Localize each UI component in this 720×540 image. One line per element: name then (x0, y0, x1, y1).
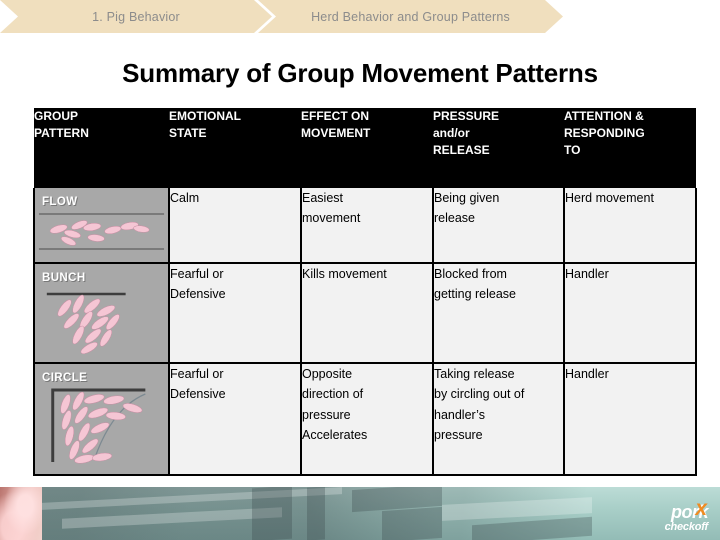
photo-streak (42, 487, 342, 510)
table-row: FLOW Calm Easiest movement Being given r… (33, 188, 697, 264)
cell-line: Defensive (170, 287, 226, 302)
header-line: PATTERN (34, 126, 89, 141)
cell-line: release (434, 211, 475, 226)
pattern-cell-bunch: BUNCH (33, 263, 170, 364)
cell-line: movement (302, 211, 361, 226)
column-header-group-pattern: GROUP PATTERN (34, 108, 169, 188)
table-row: BUNCH Fearful or Defensive Kills movemen… (33, 263, 697, 364)
cell-line: Accelerates (302, 427, 368, 442)
cell-line: Defensive (170, 387, 226, 402)
table-header: GROUP PATTERN EMOTIONAL STATE EFFECT ON … (34, 108, 696, 188)
header-line: and/or (433, 126, 470, 141)
cell-line: by circling out of (434, 387, 525, 402)
cell-line: handler’s (434, 407, 485, 422)
pattern-label: CIRCLE (42, 372, 88, 384)
cell-pressure-release: Blocked from getting release (433, 263, 565, 364)
pattern-cell-flow: FLOW (33, 188, 170, 264)
table-row: CIRCLE Fearful or Defensive Opposite dir… (33, 363, 697, 476)
cell-effect-on-movement: Kills movement (301, 263, 434, 364)
cell-attention: Handler (564, 263, 697, 364)
cell-line: pressure (302, 407, 351, 422)
cell-attention: Herd movement (564, 188, 697, 264)
cell-line: Handler (565, 267, 609, 281)
cell-pressure-release: Being given release (433, 188, 565, 264)
header-line: TO (564, 143, 581, 158)
footer-band: x pork checkoff (0, 487, 720, 540)
header-line: GROUP (34, 109, 79, 123)
cell-line: Fearful or (170, 367, 224, 381)
cell-emotional-state: Fearful or Defensive (169, 263, 302, 364)
pattern-label: BUNCH (42, 272, 86, 284)
table-body: FLOW Calm Easiest movement Being given r… (33, 188, 697, 476)
breadcrumb-item-pig-behavior[interactable]: 1. Pig Behavior (0, 0, 272, 33)
checkoff-x-icon: x (695, 497, 707, 520)
header-line: RESPONDING (564, 126, 645, 141)
cell-line: Blocked from (434, 267, 507, 281)
cell-line: Calm (170, 191, 200, 205)
cell-pressure-release: Taking release by circling out of handle… (433, 363, 565, 476)
breadcrumb: 1. Pig Behavior Herd Behavior and Group … (0, 0, 720, 33)
cell-attention: Handler (564, 363, 697, 476)
header-line: ATTENTION & (564, 109, 644, 123)
cell-effect-on-movement: Easiest movement (301, 188, 434, 264)
pattern-label: FLOW (42, 196, 78, 208)
photo-shadow (472, 516, 592, 540)
cell-line: Taking release (434, 367, 515, 381)
breadcrumb-item-label: Herd Behavior and Group Patterns (311, 9, 510, 24)
cell-line: direction of (302, 387, 364, 402)
header-line: STATE (169, 126, 207, 141)
cell-line: Being given (434, 191, 500, 205)
cell-line: Herd movement (565, 191, 654, 205)
column-header-effect-on-movement: EFFECT ON MOVEMENT (301, 108, 433, 188)
header-line: MOVEMENT (301, 126, 371, 141)
logo-word-checkoff: checkoff (664, 521, 709, 533)
cell-line: Fearful or (170, 267, 224, 281)
cell-emotional-state: Calm (169, 188, 302, 264)
cell-line: getting release (434, 287, 517, 302)
header-line: PRESSURE (433, 109, 500, 123)
photo-shadow (382, 506, 442, 540)
header-line: RELEASE (433, 143, 490, 158)
breadcrumb-item-label: 1. Pig Behavior (92, 9, 180, 24)
barn-photo (42, 487, 720, 540)
column-header-attention-responding-to: ATTENTION & RESPONDING TO (564, 108, 696, 188)
header-line: EMOTIONAL (169, 109, 241, 123)
column-header-emotional-state: EMOTIONAL STATE (169, 108, 301, 188)
cell-emotional-state: Fearful or Defensive (169, 363, 302, 476)
cell-line: pressure (434, 427, 483, 442)
pattern-cell-circle: CIRCLE (33, 363, 170, 476)
cell-line: Handler (565, 367, 609, 381)
column-header-pressure-release: PRESSURE and/or RELEASE (433, 108, 564, 188)
table-header-row: GROUP PATTERN EMOTIONAL STATE EFFECT ON … (34, 108, 696, 188)
photo-shadow (252, 487, 292, 540)
header-line: EFFECT ON (301, 109, 369, 123)
breadcrumb-item-herd-behavior[interactable]: Herd Behavior and Group Patterns (258, 0, 563, 33)
pig-photo (0, 487, 42, 540)
cell-line: Opposite (302, 367, 353, 381)
cell-line: Easiest (302, 191, 343, 205)
photo-shadow (307, 487, 325, 540)
page-title: Summary of Group Movement Patterns (122, 58, 598, 88)
pork-checkoff-logo: x pork checkoff (664, 498, 709, 533)
photo-streak (62, 507, 282, 529)
summary-table: GROUP PATTERN EMOTIONAL STATE EFFECT ON … (33, 108, 697, 476)
cell-effect-on-movement: Opposite direction of pressure Accelerat… (301, 363, 434, 476)
cell-line: Kills movement (302, 267, 387, 281)
